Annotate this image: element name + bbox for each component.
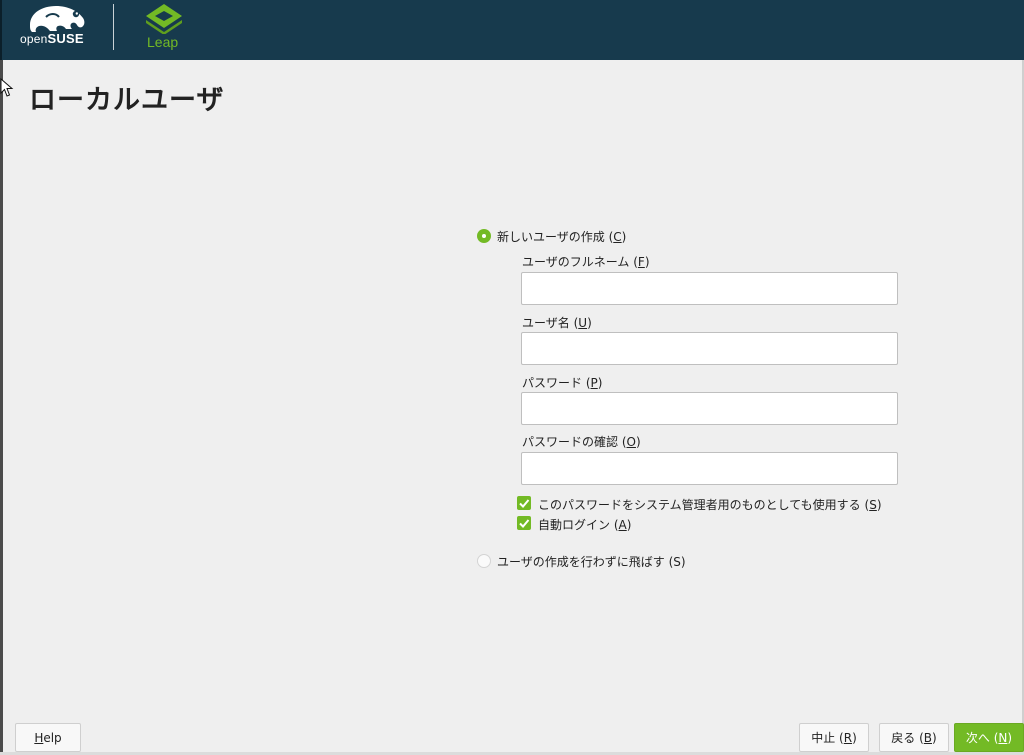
header-divider: [113, 4, 114, 50]
create-user-radio[interactable]: [477, 229, 491, 243]
full-name-input[interactable]: [521, 272, 898, 305]
username-label: ユーザ名 (U): [522, 316, 592, 330]
leap-wordmark: Leap: [147, 34, 179, 50]
password-label: パスワード (P): [522, 376, 603, 390]
leap-logo: Leap: [142, 2, 186, 54]
abort-button[interactable]: 中止 (R): [799, 723, 869, 752]
help-button[interactable]: Help: [15, 723, 81, 752]
opensuse-wordmark: openSUSE: [20, 31, 84, 46]
header-bar: openSUSE Leap: [0, 0, 1024, 60]
autologin-label[interactable]: 自動ログイン (A): [538, 516, 631, 533]
chameleon-logo-icon: [30, 6, 85, 32]
left-window-edge: [0, 60, 3, 755]
next-button[interactable]: 次へ (N): [954, 723, 1024, 752]
autologin-checkbox[interactable]: [517, 516, 531, 530]
full-name-label: ユーザのフルネーム (F): [522, 255, 650, 269]
page-title: ローカルユーザ: [29, 85, 225, 116]
create-user-label[interactable]: 新しいユーザの作成 (C): [497, 228, 626, 245]
password-confirm-input[interactable]: [521, 452, 898, 485]
admin-password-checkbox[interactable]: [517, 496, 531, 510]
leap-logo-icon: [146, 4, 182, 35]
username-input[interactable]: [521, 332, 898, 365]
skip-user-label[interactable]: ユーザの作成を行わずに飛ばす (S): [497, 553, 686, 570]
back-button[interactable]: 戻る (B): [879, 723, 949, 752]
password-confirm-label: パスワードの確認 (O): [522, 435, 641, 449]
skip-user-radio[interactable]: [477, 554, 491, 568]
admin-password-label[interactable]: このパスワードをシステム管理者用のものとしても使用する (S): [538, 496, 882, 513]
checkmark-icon: [519, 519, 530, 528]
mouse-pointer-icon: [0, 77, 14, 102]
password-input[interactable]: [521, 392, 898, 425]
checkmark-icon: [519, 499, 530, 508]
opensuse-logo: openSUSE: [20, 3, 98, 51]
